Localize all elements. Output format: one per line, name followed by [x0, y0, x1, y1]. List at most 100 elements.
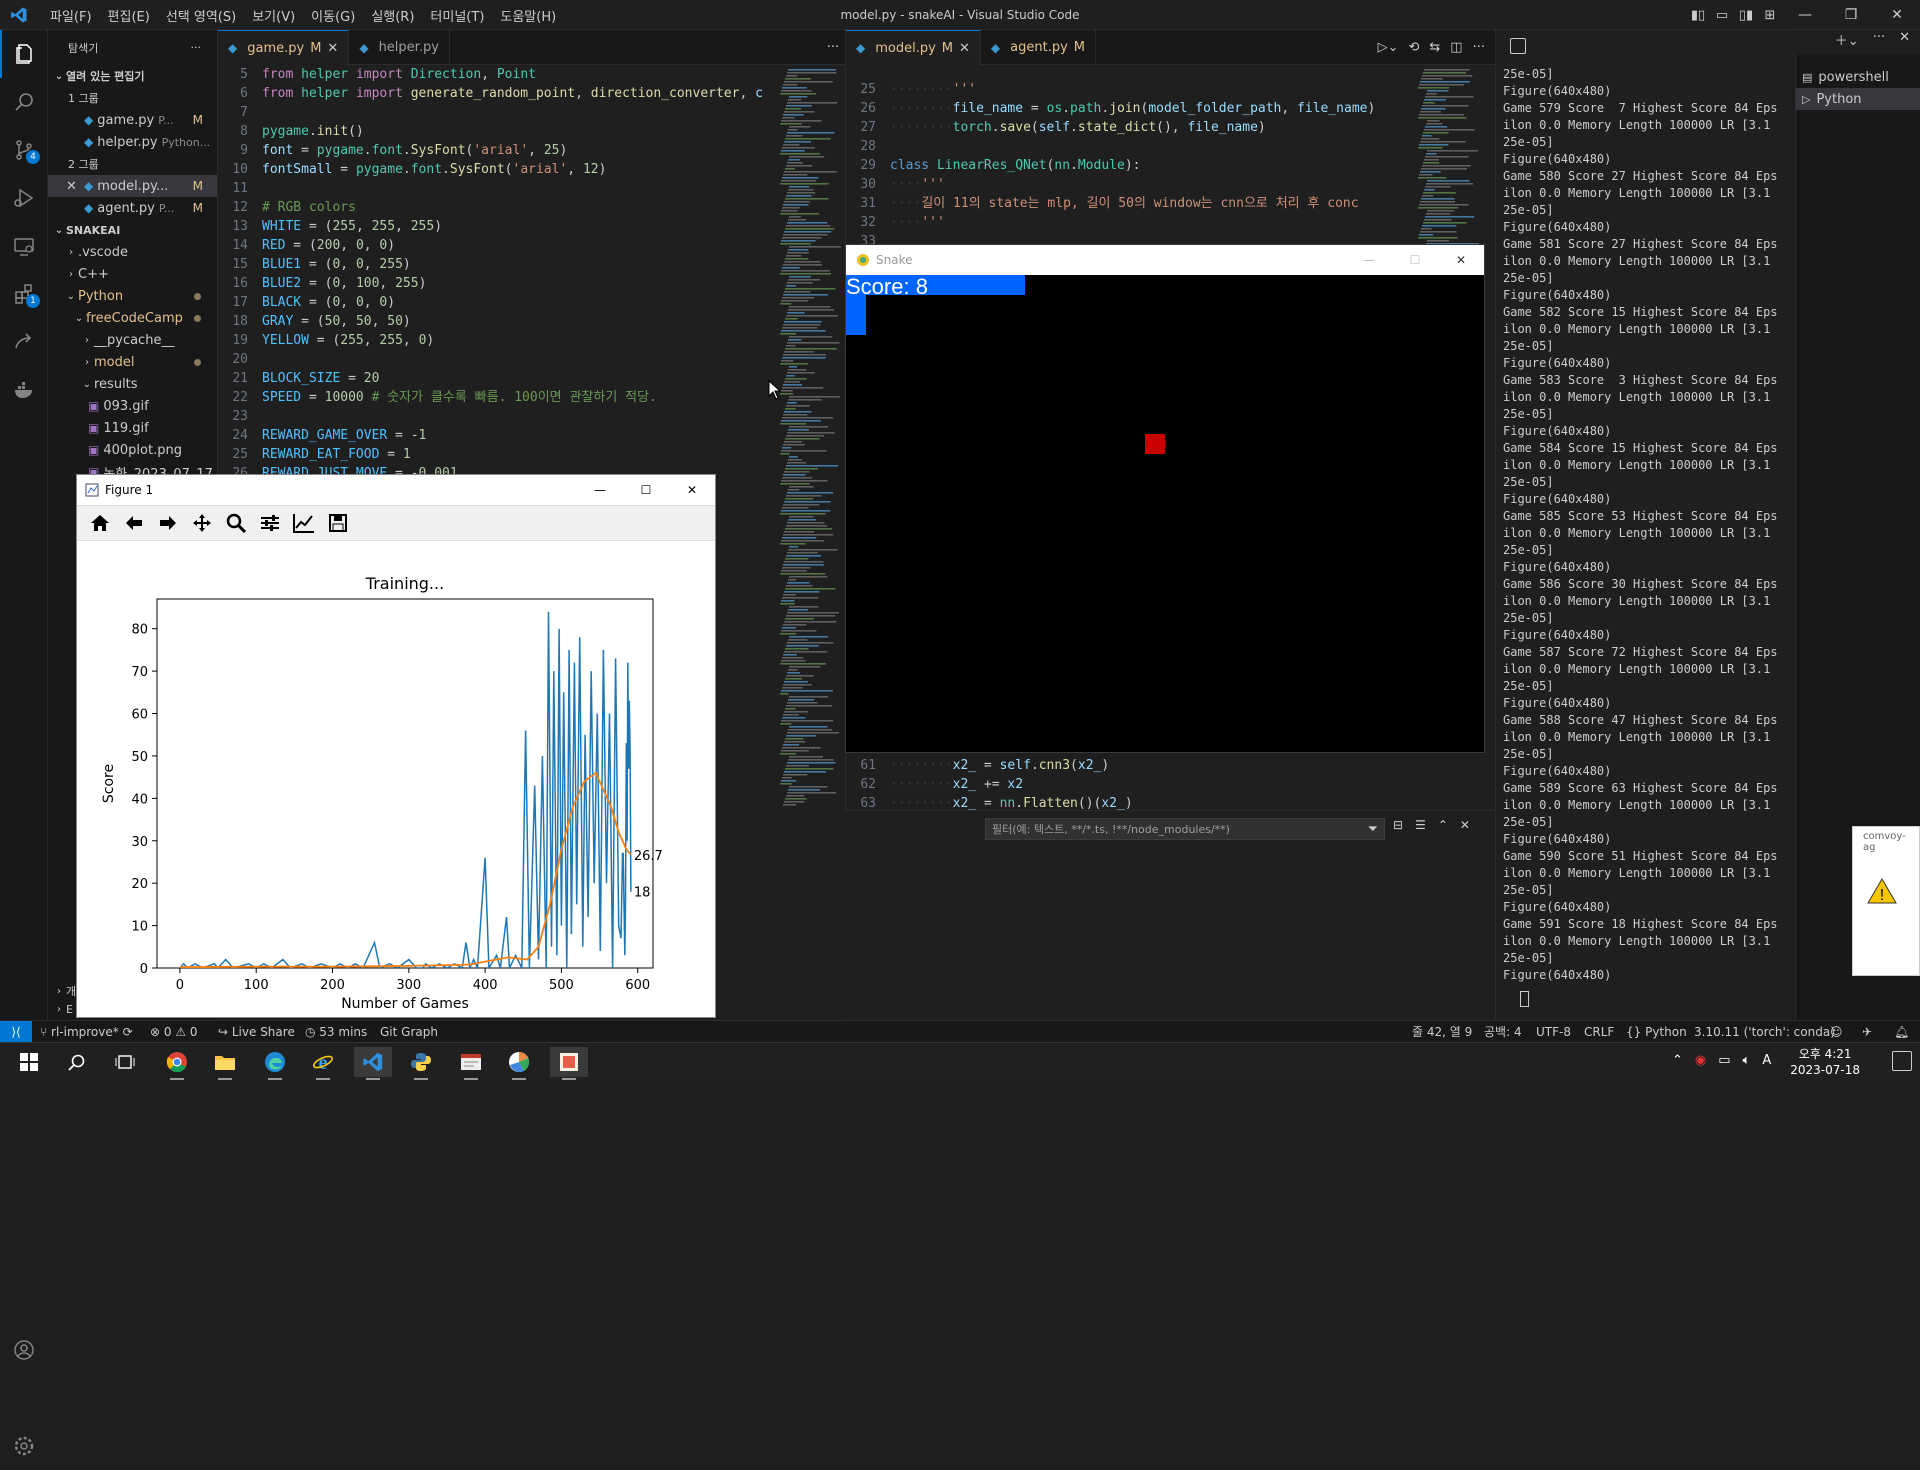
ie-icon[interactable]: e [304, 1047, 342, 1080]
problems-filter-input[interactable]: 필터(예: 텍스트, **/*.ts, !**/node_modules/**)… [985, 818, 1385, 840]
source-control-icon[interactable]: 4 [0, 126, 48, 174]
menu-item-6[interactable]: 터미널(T) [422, 6, 492, 25]
clock-time[interactable]: 오후 4:21 [1790, 1046, 1860, 1062]
training-chart[interactable]: Training... 0 100 200 300 400 500 600 0 10 20 30 40 5… [77, 541, 715, 1017]
menu-item-5[interactable]: 실행(R) [363, 6, 422, 25]
line-ending[interactable]: CRLF [1584, 1021, 1614, 1043]
copilot-icon[interactable]: ☺ [1830, 1021, 1843, 1043]
menu-item-3[interactable]: 보기(V) [244, 6, 303, 25]
pan-icon[interactable] [187, 508, 217, 538]
menu-item-4[interactable]: 이동(G) [303, 6, 363, 25]
git-graph-button[interactable]: Git Graph [380, 1021, 438, 1043]
tree-item[interactable]: › .vscode [48, 241, 217, 263]
toast-notification[interactable]: comvoy-ag ! [1852, 826, 1920, 976]
editor-tab[interactable]: ◆ game.py M ✕ [218, 30, 350, 65]
live-share-button[interactable]: ↪ Live Share [218, 1021, 295, 1043]
search-icon[interactable] [0, 78, 48, 126]
feedback-icon[interactable]: ✈ [1862, 1021, 1872, 1043]
search-icon[interactable] [58, 1047, 96, 1077]
tree-item[interactable]: ▣ 093.gif [48, 395, 217, 417]
tree-item[interactable]: › C++ [48, 263, 217, 285]
tree-item[interactable]: ⌄ freeCodeCamp [48, 307, 217, 329]
open-editor-item[interactable]: ◆ agent.py P... M [48, 197, 217, 219]
matplotlib-figure-window[interactable]: Figure 1 — ☐ ✕ Training... 0 100 200 300 400 5… [76, 474, 716, 1018]
timeline-section[interactable]: › E [48, 998, 73, 1020]
zoom-icon[interactable] [221, 508, 251, 538]
group-2-header[interactable]: 2 그룹 [48, 153, 217, 175]
file-explorer-icon[interactable] [206, 1047, 244, 1080]
pygame-icon[interactable] [550, 1047, 588, 1080]
remote-icon[interactable]: ⟩⟨ [0, 1021, 32, 1043]
docker-icon[interactable] [0, 366, 48, 414]
editor-more-actions-icon[interactable]: ··· [1473, 40, 1485, 55]
timeline-icon[interactable]: ⟲ [1408, 40, 1419, 55]
close-editor-icon[interactable]: ✕ [66, 179, 80, 194]
home-icon[interactable] [85, 508, 115, 538]
cursor-position[interactable]: 줄 42, 열 9 [1412, 1021, 1472, 1043]
close-panel-icon[interactable]: ✕ [1460, 818, 1470, 832]
new-terminal-icon[interactable]: ＋⌄ [1835, 30, 1859, 49]
editor-more-icon[interactable]: ··· [821, 30, 845, 65]
toggle-secondary-sidebar-icon[interactable]: ▯▮ [1734, 0, 1758, 30]
more-actions-icon[interactable]: ··· [191, 41, 202, 54]
code-editor-right-bottom[interactable]: 61 ········x2_ = self.cnn3(x2_) 62 ········… [846, 756, 1406, 813]
editor-tab[interactable]: ◆ agent.py M [981, 30, 1097, 65]
subplots-config-icon[interactable] [255, 508, 285, 538]
python-icon[interactable] [402, 1047, 440, 1080]
tree-item[interactable]: › __pycache__ [48, 329, 217, 351]
toggle-primary-sidebar-icon[interactable]: ▮▯ [1686, 0, 1710, 30]
toggle-panel-icon[interactable]: ▭ [1710, 0, 1734, 30]
collapse-all-icon[interactable]: ⊟ [1393, 818, 1403, 832]
close-tab-icon[interactable]: ✕ [327, 41, 338, 56]
back-arrow-icon[interactable] [119, 508, 149, 538]
snake-maximize-button[interactable]: ☐ [1392, 253, 1438, 267]
minimize-button[interactable]: — [1782, 0, 1828, 30]
vscode-icon[interactable] [354, 1047, 392, 1080]
encoding[interactable]: UTF-8 [1536, 1021, 1571, 1043]
compare-changes-icon[interactable]: ⇆ [1429, 40, 1440, 55]
volume-icon[interactable]: 🔈︎ [1743, 1053, 1751, 1068]
live-share-icon[interactable] [0, 318, 48, 366]
explorer-icon[interactable] [0, 30, 48, 78]
code-editor-right[interactable]: 25 ········''' 26 ········file_name = os.pa… [846, 80, 1406, 251]
edge-icon[interactable] [256, 1047, 294, 1080]
action-center-icon[interactable] [1892, 1051, 1912, 1071]
settings-gear-icon[interactable] [0, 1422, 48, 1470]
forward-arrow-icon[interactable] [153, 508, 183, 538]
edit-axis-icon[interactable] [289, 508, 319, 538]
close-tab-icon[interactable]: ✕ [959, 41, 970, 56]
extensions-icon[interactable]: 1 [0, 270, 48, 318]
terminal-tab[interactable]: ▷ Python [1796, 88, 1920, 110]
filter-icon[interactable]: ⏷ [1368, 822, 1384, 837]
menu-item-2[interactable]: 선택 영역(S) [158, 6, 244, 25]
clock-date[interactable]: 2023-07-18 [1790, 1062, 1860, 1078]
task-view-icon[interactable] [106, 1047, 144, 1077]
view-as-list-icon[interactable]: ☰ [1415, 818, 1426, 832]
ime-indicator[interactable]: A [1762, 1053, 1771, 1068]
record-icon[interactable]: ◉ [1695, 1053, 1706, 1068]
customize-layout-icon[interactable]: ⊞ [1758, 0, 1782, 30]
language-mode[interactable]: {} Python [1626, 1021, 1687, 1043]
notifications-bell-icon[interactable]: 🔔︎ [1894, 1021, 1909, 1043]
chrome-icon[interactable] [158, 1047, 196, 1080]
terminal-output[interactable]: 25e-05] Figure(640x480) Game 579 Score 7… [1503, 66, 1803, 1016]
tree-item[interactable]: ▣ 119.gif [48, 417, 217, 439]
terminal-tab[interactable]: ▤ powershell [1796, 66, 1920, 88]
menu-item-7[interactable]: 도움말(H) [492, 6, 564, 25]
indentation[interactable]: 공백: 4 [1484, 1021, 1522, 1043]
close-terminal-panel-icon[interactable]: ✕ [1899, 30, 1910, 49]
tree-item[interactable]: ⌄ results [48, 373, 217, 395]
paint-icon[interactable] [500, 1047, 538, 1080]
split-editor-icon[interactable]: ◫ [1450, 40, 1462, 55]
minimap-right[interactable] [1416, 65, 1481, 245]
code-editor-left[interactable]: 5 from helper import Direction, Point 6 fro… [218, 65, 778, 483]
windows-start-icon[interactable] [10, 1047, 48, 1077]
terminal-sidebar-toggle-icon[interactable] [1510, 38, 1526, 54]
run-python-icon[interactable]: ▷⌄ [1378, 40, 1399, 55]
open-editor-item[interactable]: ◆ game.py P... M [48, 109, 217, 131]
menu-item-0[interactable]: 파일(F) [42, 6, 100, 25]
restore-button[interactable]: ❐ [1828, 0, 1874, 30]
figure-minimize-button[interactable]: — [577, 483, 623, 497]
account-icon[interactable] [0, 1326, 48, 1374]
snake-minimize-button[interactable]: — [1346, 253, 1392, 267]
